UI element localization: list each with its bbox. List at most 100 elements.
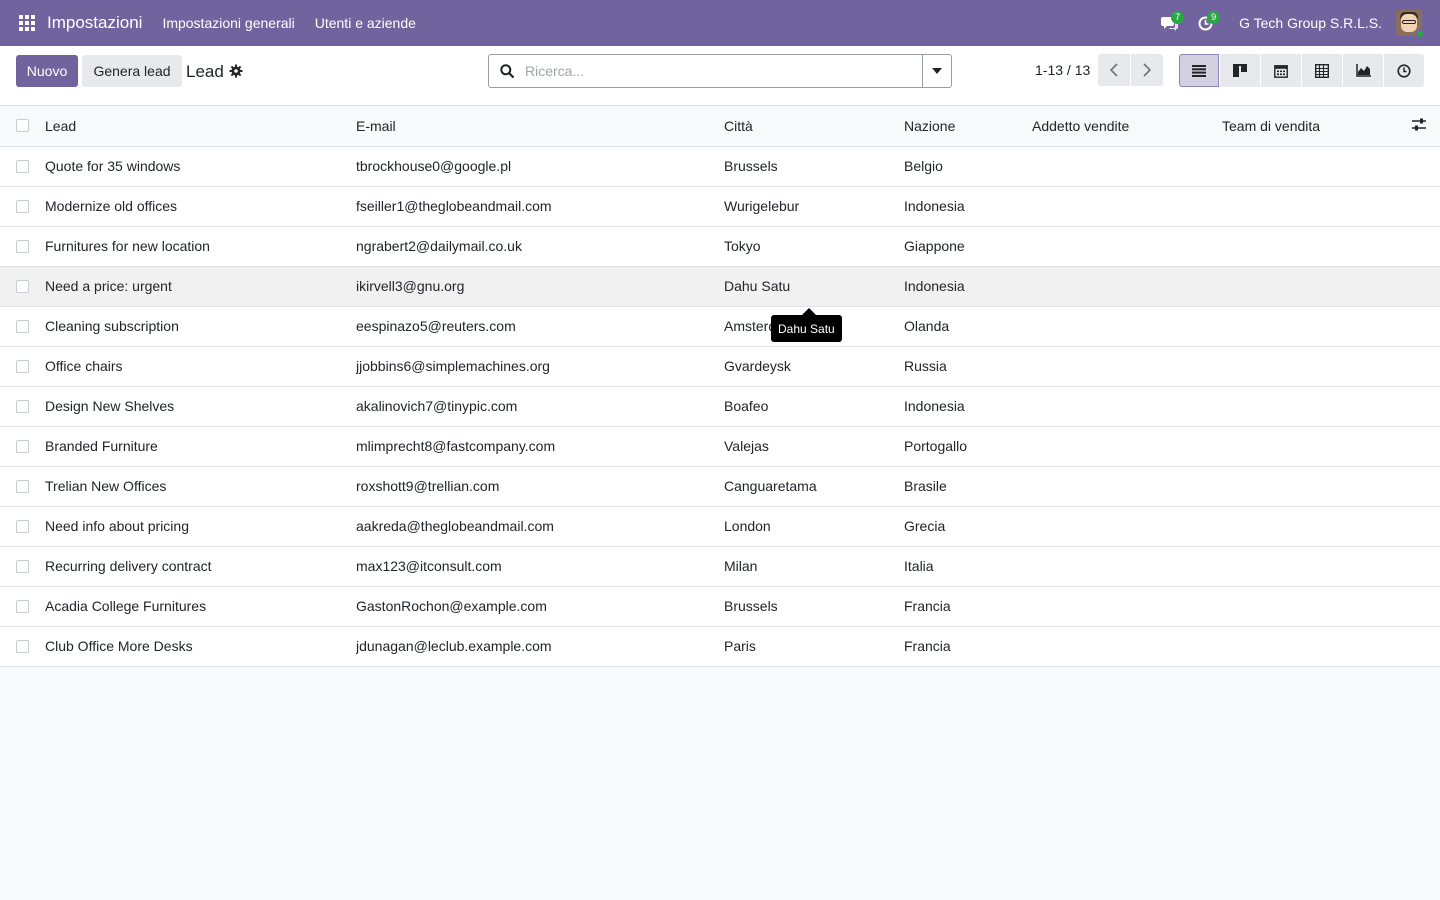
- cell-email[interactable]: jdunagan@leclub.example.com: [356, 626, 724, 667]
- list-view-button[interactable]: [1179, 54, 1219, 87]
- table-row[interactable]: Need a price: urgent ikirvell3@gnu.org Dah…: [0, 266, 1440, 307]
- table-row[interactable]: Quote for 35 windows tbrockhouse0@google.…: [0, 146, 1440, 187]
- cell-city[interactable]: Paris: [724, 626, 904, 667]
- cell-country[interactable]: Grecia: [904, 506, 1032, 547]
- cell-email[interactable]: max123@itconsult.com: [356, 546, 724, 587]
- row-checkbox[interactable]: [16, 439, 29, 453]
- row-checkbox[interactable]: [16, 519, 29, 533]
- row-checkbox[interactable]: [16, 359, 29, 373]
- cell-lead[interactable]: Club Office More Desks: [45, 626, 356, 667]
- app-name[interactable]: Impostazioni: [47, 13, 142, 33]
- new-button[interactable]: Nuovo: [16, 55, 78, 87]
- table-row[interactable]: Acadia College Furnitures GastonRochon@ex…: [0, 586, 1440, 627]
- cell-email[interactable]: aakreda@theglobeandmail.com: [356, 506, 724, 547]
- cell-city[interactable]: Tokyo: [724, 226, 904, 267]
- cell-salesperson[interactable]: [1032, 306, 1222, 347]
- app-menu-icon[interactable]: [18, 14, 36, 32]
- cell-lead[interactable]: Furnitures for new location: [45, 226, 356, 267]
- cell-email[interactable]: roxshott9@trellian.com: [356, 466, 724, 507]
- column-country[interactable]: Nazione: [904, 106, 1032, 147]
- cell-sales-team[interactable]: [1222, 586, 1412, 627]
- cell-city[interactable]: Brussels: [724, 586, 904, 627]
- cell-sales-team[interactable]: [1222, 506, 1412, 547]
- cell-email[interactable]: ikirvell3@gnu.org: [356, 266, 724, 307]
- cell-country[interactable]: Belgio: [904, 146, 1032, 187]
- row-checkbox[interactable]: [16, 559, 29, 573]
- cell-salesperson[interactable]: [1032, 586, 1222, 627]
- cell-sales-team[interactable]: [1222, 306, 1412, 347]
- cell-sales-team[interactable]: [1222, 426, 1412, 467]
- cell-sales-team[interactable]: [1222, 546, 1412, 587]
- table-row[interactable]: Furnitures for new location ngrabert2@dai…: [0, 226, 1440, 267]
- kanban-view-button[interactable]: [1219, 54, 1260, 87]
- row-checkbox[interactable]: [16, 239, 29, 253]
- row-checkbox[interactable]: [16, 399, 29, 413]
- cell-salesperson[interactable]: [1032, 506, 1222, 547]
- search-input[interactable]: [525, 56, 922, 86]
- pager-previous-button[interactable]: [1098, 54, 1130, 86]
- cell-email[interactable]: GastonRochon@example.com: [356, 586, 724, 627]
- cell-salesperson[interactable]: [1032, 386, 1222, 427]
- column-email[interactable]: E-mail: [356, 106, 724, 147]
- pager-next-button[interactable]: [1131, 54, 1163, 86]
- cell-sales-team[interactable]: [1222, 346, 1412, 387]
- cell-country[interactable]: Francia: [904, 586, 1032, 627]
- cell-sales-team[interactable]: [1222, 626, 1412, 667]
- cell-email[interactable]: eespinazo5@reuters.com: [356, 306, 724, 347]
- cell-city[interactable]: Milan: [724, 546, 904, 587]
- cell-country[interactable]: Russia: [904, 346, 1032, 387]
- company-switcher[interactable]: G Tech Group S.R.L.S.: [1239, 15, 1382, 31]
- cell-city[interactable]: Valejas: [724, 426, 904, 467]
- cell-lead[interactable]: Trelian New Offices: [45, 466, 356, 507]
- cell-city[interactable]: Canguaretama: [724, 466, 904, 507]
- graph-view-button[interactable]: [1342, 54, 1383, 87]
- row-checkbox[interactable]: [16, 319, 29, 333]
- gear-icon[interactable]: [229, 64, 243, 78]
- cell-sales-team[interactable]: [1222, 186, 1412, 227]
- search-options-toggle[interactable]: [922, 55, 951, 87]
- cell-country[interactable]: Portogallo: [904, 426, 1032, 467]
- cell-email[interactable]: fseiller1@theglobeandmail.com: [356, 186, 724, 227]
- pager-value[interactable]: 1-13 / 13: [1035, 62, 1090, 78]
- table-row[interactable]: Need info about pricing aakreda@theglobea…: [0, 506, 1440, 547]
- cell-salesperson[interactable]: [1032, 626, 1222, 667]
- table-row[interactable]: Club Office More Desks jdunagan@leclub.ex…: [0, 626, 1440, 667]
- calendar-view-button[interactable]: [1260, 54, 1301, 87]
- generate-lead-button[interactable]: Genera lead: [82, 55, 182, 87]
- row-checkbox[interactable]: [16, 159, 29, 173]
- table-row[interactable]: Branded Furniture mlimprecht8@fastcompany…: [0, 426, 1440, 467]
- cell-city[interactable]: Boafeo: [724, 386, 904, 427]
- cell-email[interactable]: mlimprecht8@fastcompany.com: [356, 426, 724, 467]
- messages-button[interactable]: 7: [1151, 0, 1187, 46]
- cell-lead[interactable]: Office chairs: [45, 346, 356, 387]
- cell-salesperson[interactable]: [1032, 146, 1222, 187]
- cell-city[interactable]: London: [724, 506, 904, 547]
- cell-email[interactable]: akalinovich7@tinypic.com: [356, 386, 724, 427]
- row-checkbox[interactable]: [16, 639, 29, 653]
- cell-country[interactable]: Indonesia: [904, 186, 1032, 227]
- cell-salesperson[interactable]: [1032, 186, 1222, 227]
- row-checkbox[interactable]: [16, 599, 29, 613]
- menu-users-companies[interactable]: Utenti e aziende: [315, 15, 416, 31]
- cell-country[interactable]: Brasile: [904, 466, 1032, 507]
- column-salesperson[interactable]: Addetto vendite: [1032, 106, 1222, 147]
- cell-city[interactable]: Gvardeysk: [724, 346, 904, 387]
- cell-lead[interactable]: Acadia College Furnitures: [45, 586, 356, 627]
- cell-sales-team[interactable]: [1222, 386, 1412, 427]
- activity-view-button[interactable]: [1383, 54, 1424, 87]
- cell-salesperson[interactable]: [1032, 546, 1222, 587]
- user-avatar[interactable]: [1396, 10, 1425, 39]
- table-row[interactable]: Trelian New Offices roxshott9@trellian.co…: [0, 466, 1440, 507]
- cell-email[interactable]: ngrabert2@dailymail.co.uk: [356, 226, 724, 267]
- column-city[interactable]: Città: [724, 106, 904, 147]
- row-checkbox[interactable]: [16, 479, 29, 493]
- cell-lead[interactable]: Branded Furniture: [45, 426, 356, 467]
- cell-lead[interactable]: Modernize old offices: [45, 186, 356, 227]
- cell-lead[interactable]: Cleaning subscription: [45, 306, 356, 347]
- cell-country[interactable]: Italia: [904, 546, 1032, 587]
- cell-lead[interactable]: Recurring delivery contract: [45, 546, 356, 587]
- cell-salesperson[interactable]: [1032, 466, 1222, 507]
- cell-sales-team[interactable]: [1222, 266, 1412, 307]
- cell-city[interactable]: Brussels: [724, 146, 904, 187]
- cell-salesperson[interactable]: [1032, 226, 1222, 267]
